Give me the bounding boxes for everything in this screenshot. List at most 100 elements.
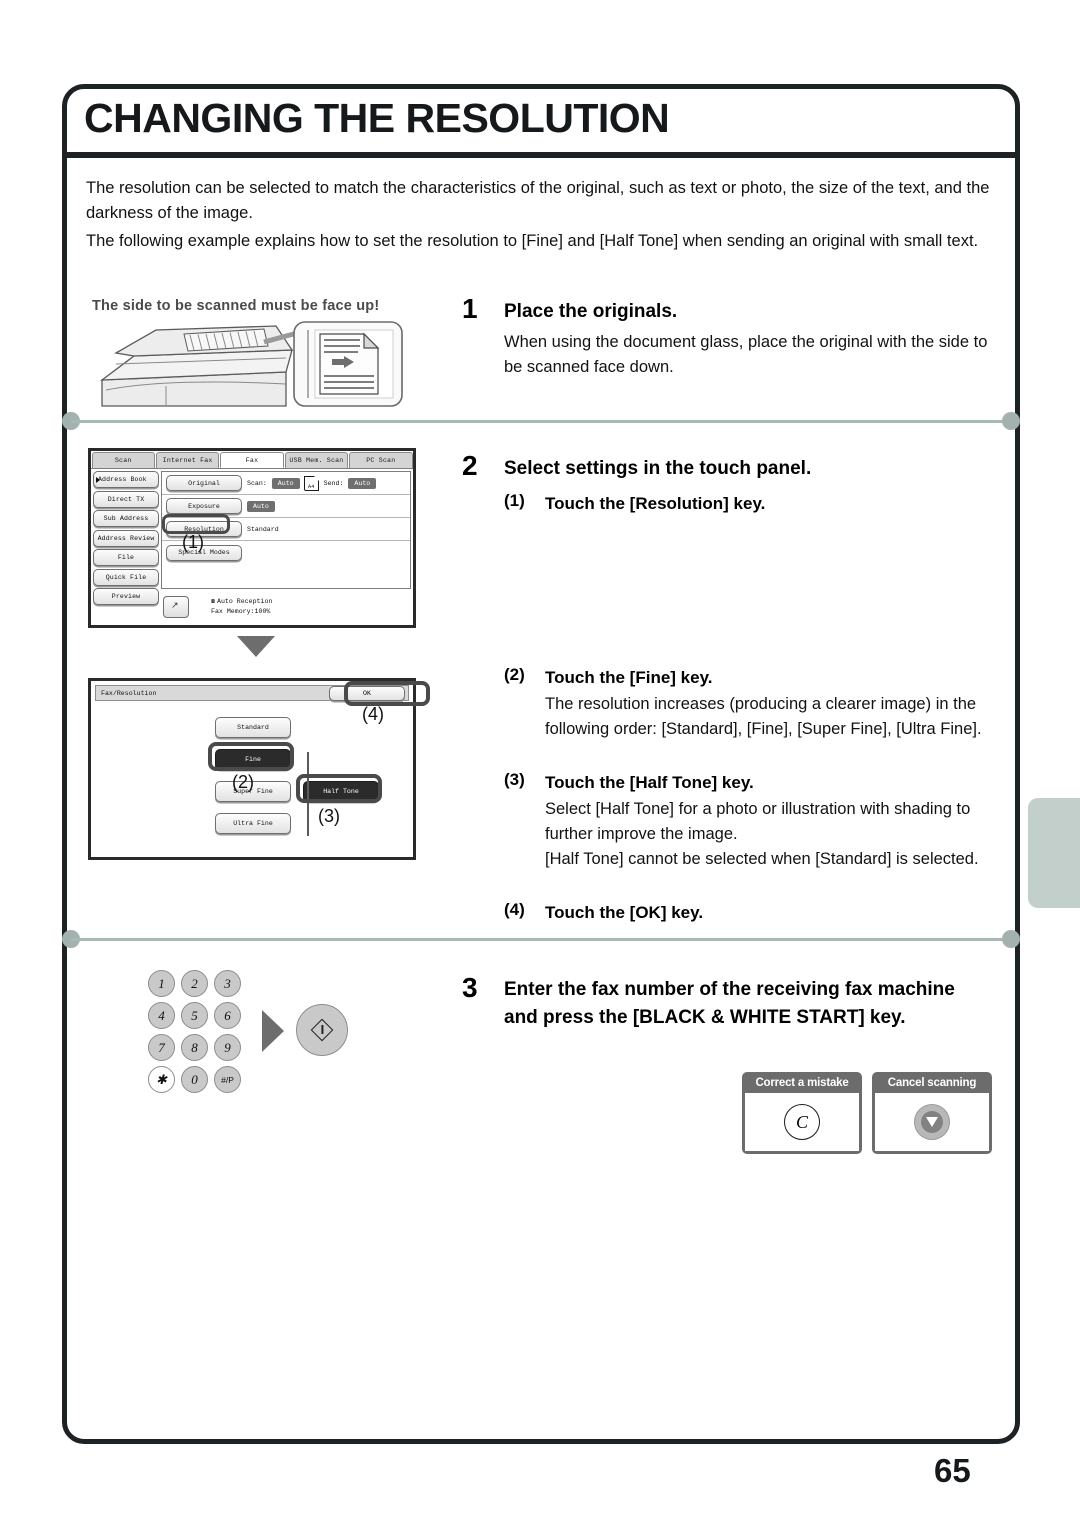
value-scan-auto[interactable]: Auto — [271, 477, 300, 489]
highlight-resolution-key — [162, 514, 230, 534]
callout-2: (2) — [232, 772, 254, 792]
keypad-key-8[interactable]: 8 — [181, 1034, 208, 1061]
section-divider-1 — [62, 412, 1020, 430]
substep-3-marker: (3) — [504, 770, 525, 789]
page-title: CHANGING THE RESOLUTION — [84, 94, 670, 141]
tab-usb-mem-scan[interactable]: USB Mem. Scan — [284, 452, 349, 468]
keypad-key-6[interactable]: 6 — [214, 1002, 241, 1029]
keypad-key-9[interactable]: 9 — [214, 1034, 241, 1061]
substep-1-marker: (1) — [504, 491, 525, 510]
highlight-half-tone-key — [296, 774, 382, 803]
step-3-number: 3 — [462, 972, 478, 1003]
substep-3-body: Select [Half Tone] for a photo or illust… — [545, 800, 979, 868]
key-exposure[interactable]: Exposure — [166, 498, 242, 514]
keypad-key-2[interactable]: 2 — [181, 970, 208, 997]
keypad-row: 4 5 6 — [148, 1002, 244, 1029]
key-file[interactable]: File — [93, 549, 159, 566]
callout-3: (3) — [318, 806, 340, 826]
step-1-body: When using the document glass, place the… — [504, 333, 988, 376]
section-divider-2 — [62, 930, 1020, 948]
stop-key-inner — [921, 1111, 943, 1133]
highlight-fine-key — [208, 742, 294, 771]
keypad-key-hash-p[interactable]: #/P — [214, 1066, 241, 1093]
triangle-icon — [96, 477, 100, 483]
substep-4-heading: Touch the [OK] key. — [545, 903, 704, 922]
substep-2-body: The resolution increases (producing a cl… — [545, 695, 982, 738]
stop-triangle-icon — [926, 1117, 938, 1127]
keypad-key-4[interactable]: 4 — [148, 1002, 175, 1029]
callout-4: (4) — [362, 704, 384, 724]
page-number: 65 — [934, 1452, 971, 1489]
key-quick-file[interactable]: Quick File — [93, 568, 159, 586]
step-2-number: 2 — [462, 450, 478, 481]
correct-a-mistake-caption: Correct a mistake — [755, 1077, 849, 1089]
flow-arrow-down-icon — [237, 636, 275, 657]
start-diamond-icon — [310, 1018, 334, 1042]
keypad-key-3[interactable]: 3 — [214, 970, 241, 997]
correct-a-mistake-box: Correct a mistake C — [742, 1072, 862, 1154]
value-exposure[interactable]: Auto — [247, 500, 275, 512]
cancel-scanning-caption: Cancel scanning — [887, 1077, 977, 1089]
cancel-scanning-box: Cancel scanning — [872, 1072, 992, 1154]
correct-a-mistake-inner: C — [745, 1093, 859, 1151]
title-banner: CHANGING THE RESOLUTION — [62, 84, 1020, 158]
key-address-review[interactable]: Address Review — [93, 529, 159, 547]
cancel-scanning-inner — [875, 1093, 989, 1151]
tab-internet-fax[interactable]: Internet Fax — [155, 452, 220, 468]
stop-key-icon[interactable] — [914, 1104, 950, 1140]
flow-arrow-right-icon — [262, 1010, 284, 1052]
substep-4-marker: (4) — [504, 900, 525, 919]
tab-fax[interactable]: Fax — [220, 452, 284, 468]
keypad-row: 7 8 9 — [148, 1034, 244, 1061]
keypad-row: ✱ 0 #/P — [148, 1066, 244, 1093]
page-side-tab — [1028, 798, 1080, 908]
keypad-key-asterisk[interactable]: ✱ — [148, 1066, 175, 1093]
label-scan: Scan: — [247, 479, 267, 487]
tab-scan[interactable]: Scan — [91, 452, 155, 468]
key-original[interactable]: Original — [166, 475, 242, 491]
keypad-key-1[interactable]: 1 — [148, 970, 175, 997]
key-direct-tx[interactable]: Direct TX — [93, 490, 159, 508]
status-fax-memory: Fax Memory:100% — [211, 608, 271, 615]
numeric-keypad[interactable]: 1 2 3 4 5 6 7 8 9 ✱ 0 #/P — [148, 970, 244, 1098]
tab-pc-scan[interactable]: PC Scan — [349, 452, 413, 468]
key-special-modes[interactable]: Special Modes — [166, 544, 242, 561]
key-standard[interactable]: Standard — [215, 717, 291, 738]
value-send-auto[interactable]: Auto — [348, 477, 377, 489]
keypad-key-7[interactable]: 7 — [148, 1034, 175, 1061]
step-1-number: 1 — [462, 293, 478, 324]
key-sub-address[interactable]: Sub Address — [93, 510, 159, 527]
clear-key-icon[interactable]: C — [784, 1104, 820, 1140]
divider-dot-right — [1002, 930, 1020, 948]
value-resolution: Standard — [247, 525, 279, 533]
row-original: Original Scan: Auto A4 Send: Auto — [162, 472, 410, 495]
send-mode-icon[interactable] — [163, 596, 189, 618]
touch-panel-status: ☎ Auto Reception Fax Memory:100% — [211, 597, 272, 617]
keypad-key-5[interactable]: 5 — [181, 1002, 208, 1029]
touch-panel-side-keys: Address Book Direct TX Sub Address Addre… — [93, 471, 159, 608]
callout-1: (1) — [182, 532, 204, 552]
divider-bar — [71, 420, 1011, 423]
substep-1-heading: Touch the [Resolution] key. — [545, 494, 766, 513]
keypad-row: 1 2 3 — [148, 970, 244, 997]
substep-2-marker: (2) — [504, 665, 525, 684]
key-ultra-fine[interactable]: Ultra Fine — [215, 813, 291, 834]
substep-2-heading: Touch the [Fine] key. — [545, 668, 713, 687]
substep-3-heading: Touch the [Half Tone] key. — [545, 773, 754, 792]
key-label: Address Book — [98, 476, 147, 483]
touch-panel-fax-base-screen[interactable]: Scan Internet Fax Fax USB Mem. Scan PC S… — [88, 448, 416, 628]
label-send: Send: — [323, 479, 344, 487]
phone-icon: ☎ — [211, 598, 215, 605]
keypad-key-0[interactable]: 0 — [181, 1066, 208, 1093]
intro-text: The resolution can be selected to match … — [86, 176, 998, 257]
status-auto-reception: Auto Reception — [216, 598, 273, 605]
touch-panel-footer: ☎Auto Reception Fax Memory:100% — [93, 591, 411, 623]
intro-paragraph-1: The resolution can be selected to match … — [86, 179, 990, 222]
black-white-start-key[interactable] — [296, 1004, 348, 1056]
paper-size-a4-icon: A4 — [303, 475, 319, 491]
key-address-book[interactable]: Address Book — [93, 471, 159, 488]
highlight-ok-key — [344, 681, 430, 706]
step-2-heading: Select settings in the touch panel. — [504, 458, 812, 479]
touch-panel-tab-row: Scan Internet Fax Fax USB Mem. Scan PC S… — [91, 451, 413, 469]
divider-dot-right — [1002, 412, 1020, 430]
